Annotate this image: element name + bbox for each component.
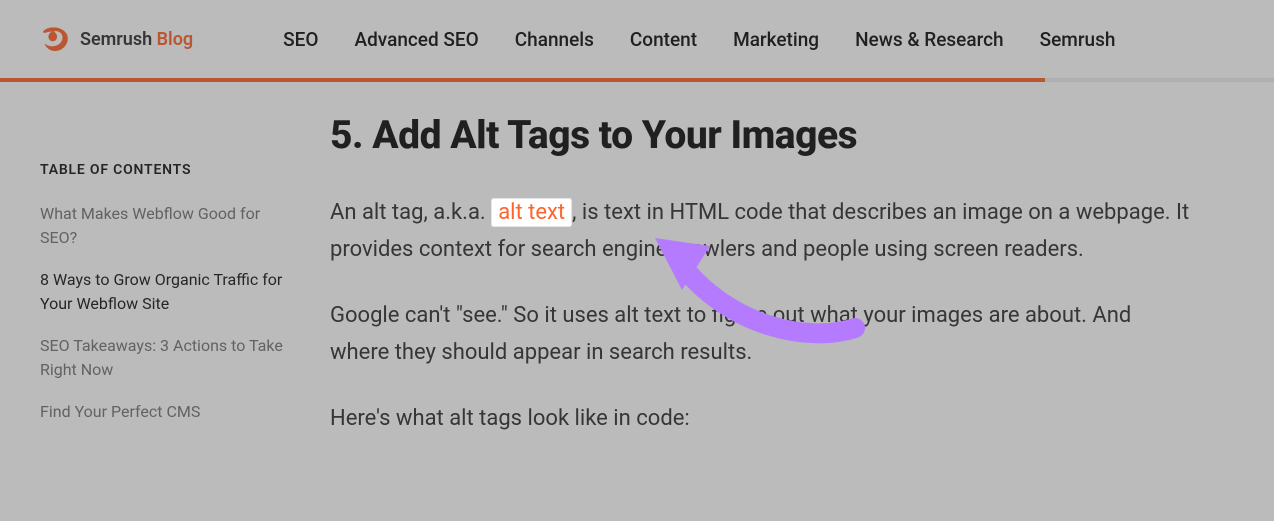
page-content: TABLE OF CONTENTS What Makes Webflow Goo… bbox=[0, 82, 1274, 465]
article-body: 5. Add Alt Tags to Your Images An alt ta… bbox=[330, 112, 1190, 465]
paragraph: Google can't "see." So it uses alt text … bbox=[330, 297, 1190, 372]
nav-content[interactable]: Content bbox=[630, 28, 697, 51]
nav-seo[interactable]: SEO bbox=[283, 28, 318, 51]
nav-semrush[interactable]: Semrush bbox=[1040, 28, 1116, 51]
nav-advanced-seo[interactable]: Advanced SEO bbox=[354, 28, 478, 51]
brand-text: Semrush Blog bbox=[80, 29, 193, 50]
toc-heading: TABLE OF CONTENTS bbox=[40, 162, 290, 178]
paragraph: An alt tag, a.k.a. alt text, is text in … bbox=[330, 194, 1190, 269]
brand-logo[interactable]: Semrush Blog bbox=[40, 24, 193, 54]
paragraph: Here's what alt tags look like in code: bbox=[330, 400, 1190, 437]
semrush-flame-icon bbox=[40, 24, 70, 54]
primary-nav: SEO Advanced SEO Channels Content Market… bbox=[283, 28, 1115, 51]
toc-item[interactable]: SEO Takeaways: 3 Actions to Take Right N… bbox=[40, 334, 290, 382]
page-header: Semrush Blog SEO Advanced SEO Channels C… bbox=[0, 0, 1274, 78]
toc-item[interactable]: 8 Ways to Grow Organic Traffic for Your … bbox=[40, 268, 290, 316]
nav-channels[interactable]: Channels bbox=[515, 28, 594, 51]
nav-marketing[interactable]: Marketing bbox=[733, 28, 819, 51]
nav-news-research[interactable]: News & Research bbox=[855, 28, 1004, 51]
reading-progress-bar bbox=[0, 78, 1045, 82]
table-of-contents: TABLE OF CONTENTS What Makes Webflow Goo… bbox=[40, 112, 290, 465]
toc-item[interactable]: Find Your Perfect CMS bbox=[40, 400, 290, 424]
reading-progress-track bbox=[0, 78, 1274, 82]
alt-text-link[interactable]: alt text bbox=[491, 198, 572, 227]
section-heading: 5. Add Alt Tags to Your Images bbox=[330, 112, 1190, 158]
toc-item[interactable]: What Makes Webflow Good for SEO? bbox=[40, 202, 290, 250]
